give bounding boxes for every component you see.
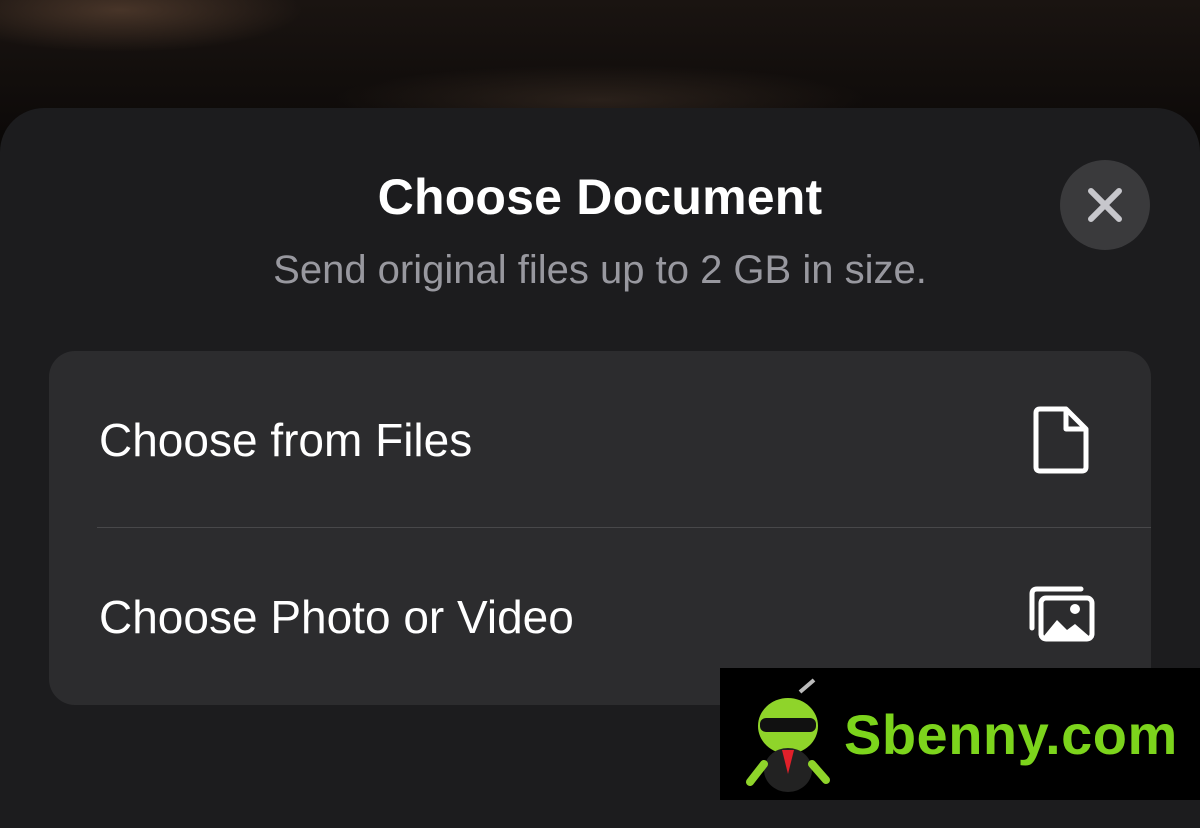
photos-icon [1029,586,1095,642]
watermark-text: Sbenny.com [844,703,1178,766]
document-icon [1033,406,1089,474]
choose-photo-or-video-label: Choose Photo or Video [99,591,574,643]
watermark-banner: Sbenny.com [720,668,1200,800]
android-mascot-logo [746,678,830,792]
choose-from-files-label: Choose from Files [99,414,473,466]
choose-from-files-button[interactable]: Choose from Files [49,351,1151,527]
close-button[interactable] [1060,160,1150,250]
sheet-title: Choose Document [377,169,823,225]
xmark-icon [1088,188,1122,222]
sheet-subtitle: Send original files up to 2 GB in size. [273,248,927,292]
options-card: Choose from Files Choose Photo or Video [49,351,1151,705]
